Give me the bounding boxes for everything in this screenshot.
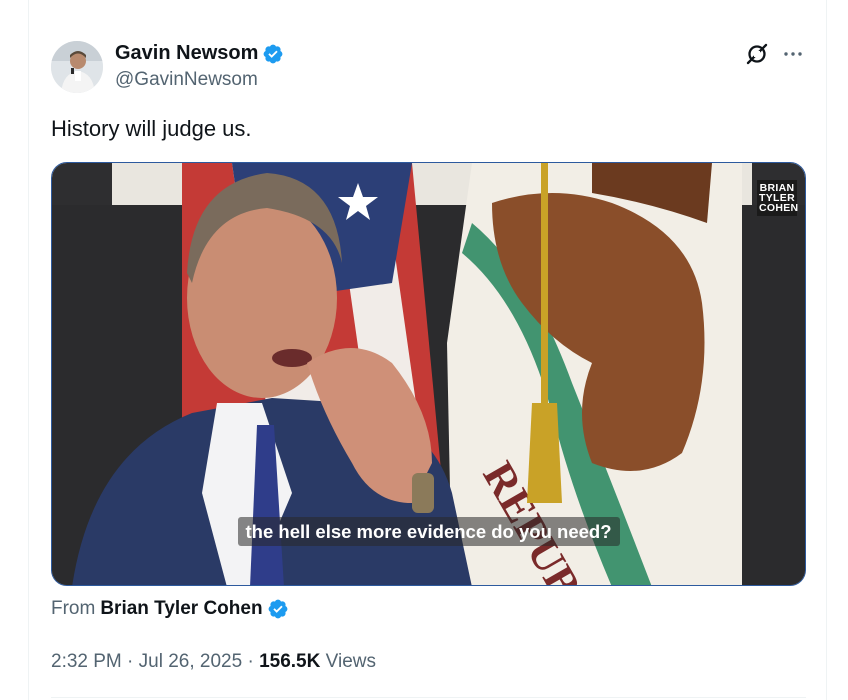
- verified-badge-icon: [262, 43, 284, 65]
- card-border-right: [826, 0, 827, 700]
- author-name[interactable]: Gavin Newsom: [115, 42, 258, 65]
- divider: [51, 697, 806, 698]
- source-prefix: From: [51, 598, 96, 619]
- video-caption: the hell else more evidence do you need?: [52, 517, 805, 546]
- channel-watermark: BRIAN TYLER COHEN: [757, 180, 799, 216]
- video-media[interactable]: REPUBL BRIAN TYLER COHEN the hell else m…: [51, 162, 806, 586]
- source-attribution: From Brian Tyler Cohen: [51, 598, 289, 620]
- views-link[interactable]: 156.5K Views: [259, 651, 376, 672]
- author-name-row[interactable]: Gavin Newsom: [115, 42, 284, 65]
- avatar[interactable]: [51, 41, 103, 93]
- watermark-line: COHEN: [759, 202, 799, 214]
- video-caption-text: the hell else more evidence do you need?: [237, 517, 620, 546]
- grok-icon[interactable]: [745, 42, 769, 66]
- tweet-date: Jul 26, 2025: [138, 651, 243, 672]
- tweet-time: 2:32 PM: [51, 651, 122, 672]
- tweet-meta: 2:32 PM · Jul 26, 2025 · 156.5K Views: [51, 651, 376, 673]
- separator: ·: [247, 651, 254, 672]
- views-count: 156.5K: [259, 651, 321, 672]
- tweet-text: History will judge us.: [51, 116, 252, 141]
- more-icon[interactable]: [781, 42, 805, 66]
- tweet-timestamp-link[interactable]: 2:32 PM · Jul 26, 2025: [51, 651, 242, 672]
- card-border-left: [28, 0, 29, 700]
- verified-badge-icon: [267, 598, 289, 620]
- author-handle[interactable]: @GavinNewsom: [115, 69, 258, 91]
- views-label: Views: [325, 651, 376, 672]
- separator: ·: [127, 651, 134, 672]
- source-name-link[interactable]: Brian Tyler Cohen: [100, 598, 262, 620]
